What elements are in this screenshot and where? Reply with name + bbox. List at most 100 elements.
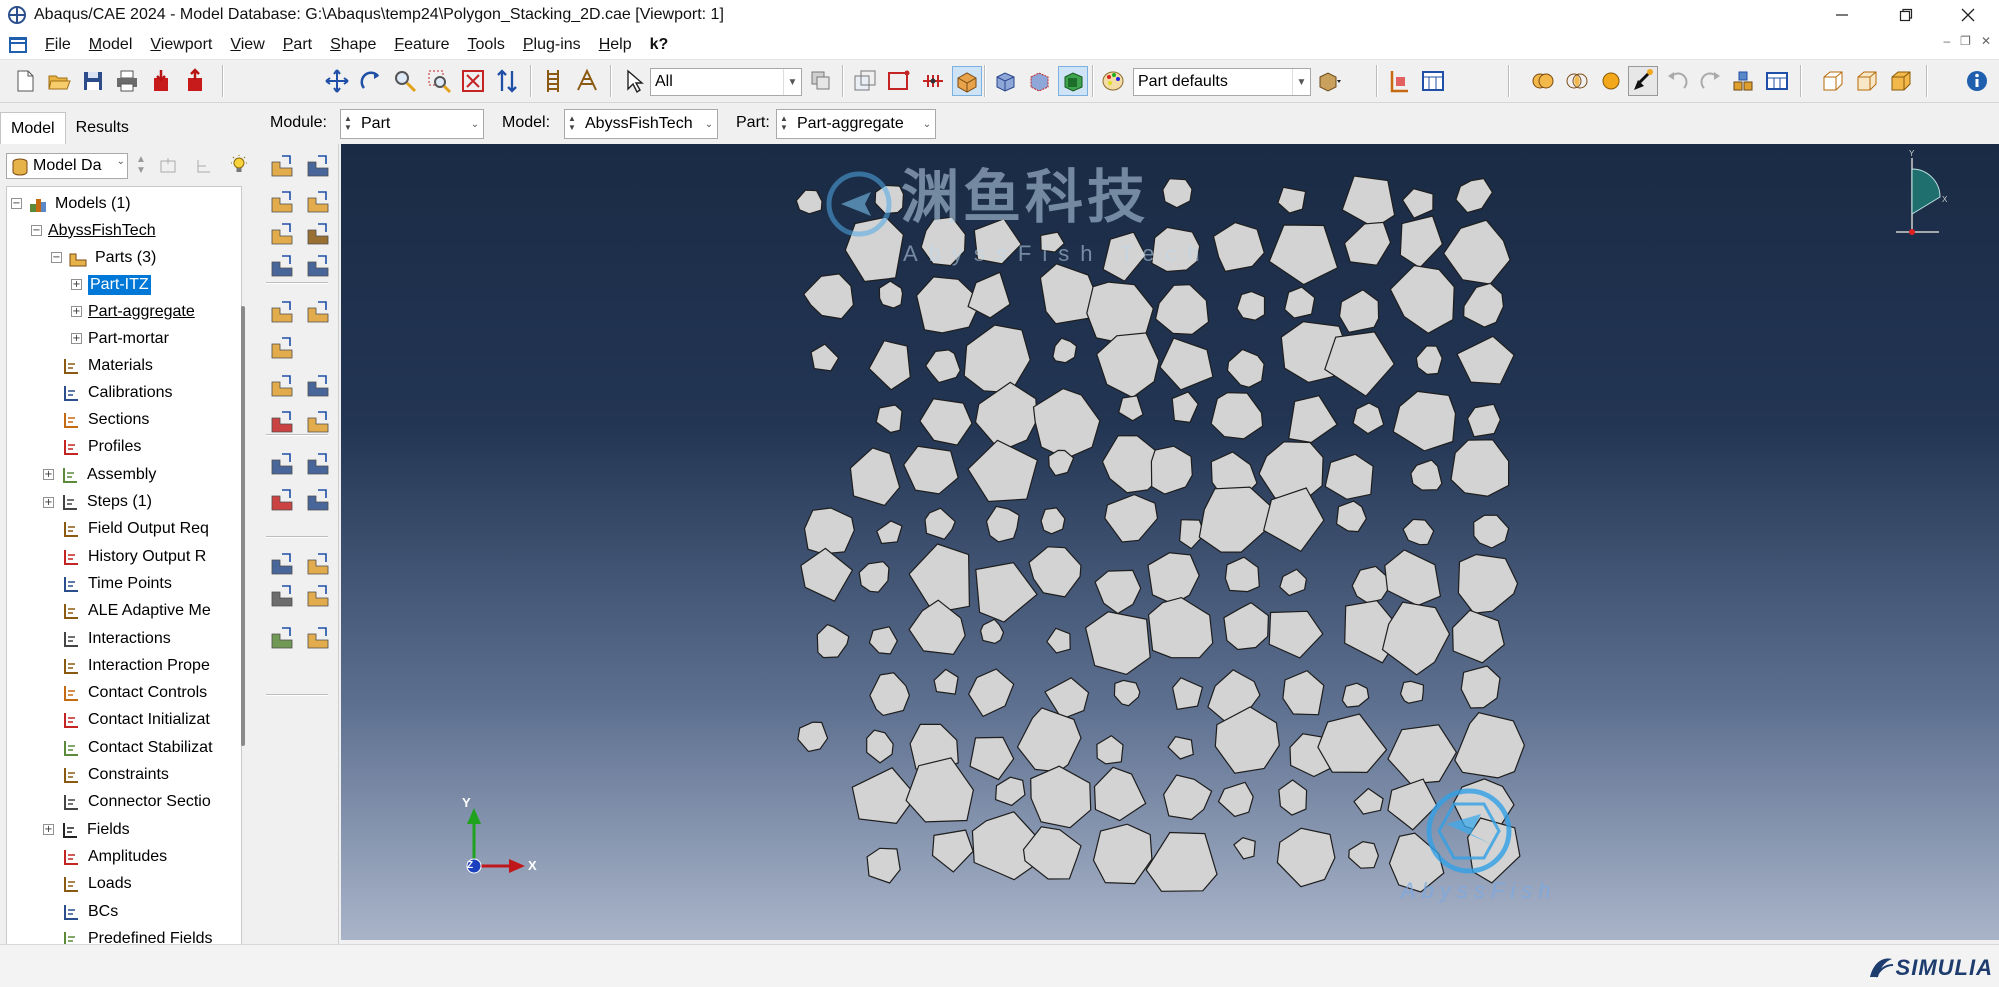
aggregate-polygon[interactable] <box>1392 390 1457 452</box>
save-button[interactable] <box>78 66 108 96</box>
aggregate-polygon[interactable] <box>931 829 974 873</box>
part-combo[interactable]: ▲ ▼ Part-aggregate ⌄ <box>776 109 936 139</box>
menu-shape[interactable]: Shape <box>321 36 385 54</box>
aggregate-polygon[interactable] <box>969 736 1015 781</box>
aggregate-polygon[interactable] <box>1343 221 1392 266</box>
aggregate-polygon[interactable] <box>985 505 1020 543</box>
aggregate-polygon[interactable] <box>1147 552 1200 605</box>
aggregate-polygon[interactable] <box>1167 736 1194 760</box>
tree-item-constraints[interactable]: Constraints <box>61 762 169 789</box>
aggregate-polygon[interactable] <box>1455 177 1494 214</box>
menu-tools[interactable]: Tools <box>459 36 514 54</box>
expand-icon[interactable]: + <box>71 333 82 344</box>
menu-view[interactable]: View <box>221 36 273 54</box>
box-zoom-button[interactable] <box>424 66 454 96</box>
aggregate-polygon[interactable] <box>851 767 917 825</box>
csys-tool[interactable] <box>266 448 298 480</box>
aggregate-polygon[interactable] <box>1399 680 1425 704</box>
aggregate-polygon[interactable] <box>1288 395 1338 444</box>
tree-item-history-output[interactable]: History Output R <box>61 543 206 570</box>
aggregate-polygon[interactable] <box>800 547 854 602</box>
instance-tools-button[interactable] <box>1728 66 1758 96</box>
tree-item-loads[interactable]: Loads <box>61 871 132 898</box>
datum-display-button[interactable] <box>1384 66 1414 96</box>
instance-tool[interactable] <box>266 622 298 654</box>
aggregate-polygon[interactable] <box>1399 215 1444 269</box>
expand-icon[interactable]: + <box>43 824 54 836</box>
wireframe-button[interactable] <box>990 66 1020 96</box>
tree-vertical-scrollbar[interactable] <box>240 186 250 966</box>
view-orientation-widget[interactable]: YX <box>1896 149 1948 235</box>
aggregate-polygon[interactable] <box>878 280 904 309</box>
aggregate-polygon[interactable] <box>1277 186 1307 214</box>
aggregate-polygon[interactable] <box>849 447 901 507</box>
aggregate-polygon[interactable] <box>1171 677 1204 710</box>
aggregate-polygon[interactable] <box>866 847 901 884</box>
up-down-icon[interactable]: ▲ ▼ <box>136 154 146 176</box>
color-code-button[interactable] <box>1098 66 1128 96</box>
aggregate-polygon[interactable] <box>1415 345 1443 375</box>
aggregate-polygon[interactable] <box>1450 439 1510 497</box>
aggregate-polygon[interactable] <box>1278 779 1308 816</box>
aggregate-polygon[interactable] <box>1338 289 1380 334</box>
aggregate-polygon[interactable] <box>1276 827 1336 888</box>
aggregate-polygon[interactable] <box>816 623 850 659</box>
xyz-datum-tool[interactable] <box>302 448 334 480</box>
aggregate-polygon[interactable] <box>1317 713 1388 774</box>
create-round-tool[interactable] <box>266 250 298 282</box>
print-button[interactable] <box>112 66 142 96</box>
edit-geometry-tool[interactable] <box>302 580 334 612</box>
redo-button[interactable] <box>1696 66 1726 96</box>
query-node-tool[interactable] <box>302 370 334 402</box>
aggregate-polygon[interactable] <box>903 445 959 495</box>
aggregate-polygon[interactable] <box>1283 286 1316 319</box>
aggregate-polygon[interactable] <box>1162 178 1193 209</box>
aggregate-polygon[interactable] <box>1046 627 1071 654</box>
repair-tool[interactable] <box>266 548 298 580</box>
aggregate-polygon[interactable] <box>1032 387 1101 460</box>
cycle-views-button[interactable] <box>492 66 522 96</box>
export-button[interactable] <box>180 66 210 96</box>
tree-filter-icon[interactable] <box>158 156 178 176</box>
sketch-tool[interactable] <box>266 332 298 364</box>
aggregate-polygon[interactable] <box>1387 724 1458 785</box>
view-iso-button[interactable] <box>1852 66 1882 96</box>
tree-item-assembly[interactable]: + Assembly <box>43 461 156 488</box>
aggregate-polygon[interactable] <box>1104 493 1159 543</box>
datum-csys-tool[interactable] <box>266 484 298 516</box>
aggregate-polygon[interactable] <box>967 439 1039 503</box>
tree-item-part-aggregate[interactable]: + Part-aggregate <box>71 298 195 325</box>
aggregate-polygon[interactable] <box>1094 569 1142 615</box>
tree-item-ale-adaptive[interactable]: ALE Adaptive Me <box>61 598 211 625</box>
datum-plane-tool[interactable] <box>302 484 334 516</box>
tree-item-field-output[interactable]: Field Output Req <box>61 516 209 543</box>
aggregate-polygon[interactable] <box>1096 734 1124 765</box>
mdi-minimize-button[interactable]: – <box>1943 34 1950 48</box>
create-cut-tool[interactable] <box>302 218 334 250</box>
new-button[interactable] <box>10 66 40 96</box>
model-database-combo[interactable]: Model Da ⌄ <box>6 153 128 179</box>
open-button[interactable] <box>44 66 74 96</box>
aggregate-polygon[interactable] <box>1324 453 1374 500</box>
render-style-combo[interactable]: Part defaults ▼ <box>1133 68 1311 96</box>
aggregate-polygon[interactable] <box>1381 601 1451 676</box>
aggregate-polygon[interactable] <box>933 668 959 695</box>
aggregate-polygon[interactable] <box>810 343 840 372</box>
aggregate-polygon[interactable] <box>1217 781 1254 818</box>
aggregate-polygon[interactable] <box>1466 403 1502 438</box>
aggregate-polygon[interactable] <box>1212 221 1265 273</box>
aggregate-polygon[interactable] <box>1457 553 1519 614</box>
tree-item-parts[interactable]: − Parts (3) <box>51 244 156 271</box>
aggregate-polygon[interactable] <box>1410 459 1443 491</box>
restore-button[interactable] <box>1876 0 1936 30</box>
expand-icon[interactable]: + <box>43 469 54 481</box>
aggregate-polygon[interactable] <box>1268 224 1339 286</box>
aggregate-polygon[interactable] <box>876 520 903 545</box>
undo-button[interactable] <box>1662 66 1692 96</box>
tree-item-steps[interactable]: + Steps (1) <box>43 489 152 516</box>
aggregate-polygon[interactable] <box>1384 549 1442 607</box>
aggregate-polygon[interactable] <box>1030 765 1092 829</box>
aggregate-polygon[interactable] <box>1456 335 1515 385</box>
boolean-union-button[interactable] <box>1528 66 1558 96</box>
aggregate-polygon[interactable] <box>797 721 829 753</box>
